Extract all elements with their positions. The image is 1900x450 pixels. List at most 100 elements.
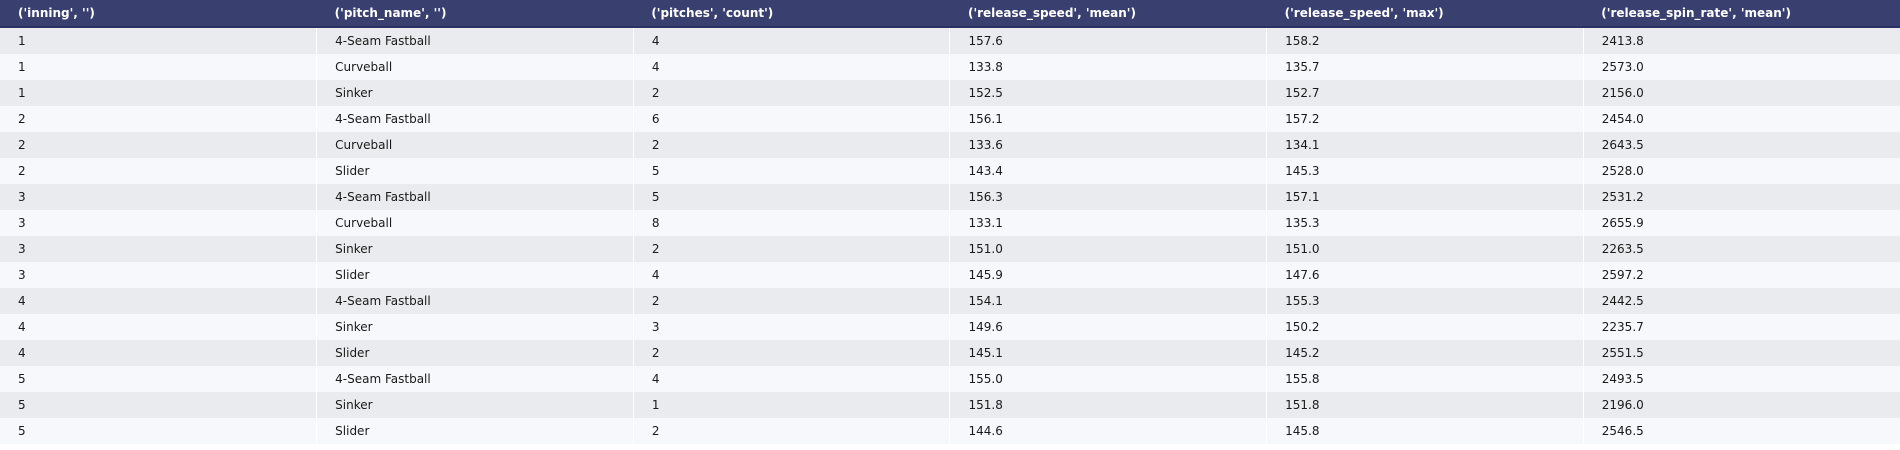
table-row: 1 Sinker 2 152.5 152.7 2156.0: [0, 80, 1900, 106]
pitch-name-cell: Slider: [316, 418, 634, 444]
pitch-name-cell: 4-Seam Fastball: [316, 27, 634, 54]
inning-cell: 3: [0, 236, 318, 262]
pitches-count-cell: 4: [633, 366, 951, 392]
pitch-name-cell: Sinker: [316, 80, 634, 106]
release-speed-max-cell: 157.2: [1266, 106, 1584, 132]
release-speed-mean-cell: 143.4: [949, 158, 1268, 184]
table-row: 3 Curveball 8 133.1 135.3 2655.9: [0, 210, 1900, 236]
pitches-count-cell: 4: [633, 27, 951, 54]
release-speed-max-cell: 151.0: [1266, 236, 1584, 262]
release-spin-rate-mean-cell: 2655.9: [1601, 216, 1644, 230]
table-row: 5 Slider 2 144.6 145.8 2546.5: [0, 418, 1900, 444]
inning-cell: 3: [0, 262, 318, 288]
inning-cell: 3: [0, 184, 318, 210]
pitches-count-cell: 8: [633, 210, 951, 236]
table-row: 3 4-Seam Fastball 5 156.3 157.1 2531.2: [0, 184, 1900, 210]
pitches-count-cell: 6: [633, 106, 951, 132]
column-header-release-speed-max: ('release_speed', 'max'): [1266, 0, 1584, 28]
inning-cell: 5: [0, 392, 318, 418]
inning-cell: 5: [0, 418, 318, 444]
table-row: 5 4-Seam Fastball 4 155.0 155.8 2493.5: [0, 366, 1900, 392]
inning-cell: 1: [0, 27, 318, 54]
release-spin-rate-mean-cell: 2454.0: [1601, 112, 1644, 126]
release-speed-max-cell: 157.1: [1266, 184, 1584, 210]
inning-cell: 4: [0, 340, 318, 366]
release-spin-rate-mean-cell: 2235.7: [1601, 320, 1644, 334]
release-speed-mean-cell: 151.8: [949, 392, 1268, 418]
inning-cell: 2: [0, 132, 318, 158]
inning-cell: 1: [0, 80, 318, 106]
pitch-name-cell: 4-Seam Fastball: [316, 106, 634, 132]
release-speed-mean-cell: 156.1: [949, 106, 1268, 132]
pitch-stats-table: ('inning', '') ('pitch_name', '') ('pitc…: [0, 0, 1900, 444]
table-row: 2 Curveball 2 133.6 134.1 2643.5: [0, 132, 1900, 158]
pitches-count-cell: 4: [633, 54, 951, 80]
release-spin-rate-mean-cell: 2551.5: [1601, 346, 1644, 360]
inning-cell: 3: [0, 210, 318, 236]
release-speed-max-cell: 152.7: [1266, 80, 1584, 106]
table-row: 1 Curveball 4 133.8 135.7 2573.0: [0, 54, 1900, 80]
header-row: ('inning', '') ('pitch_name', '') ('pitc…: [0, 0, 1900, 28]
pitch-name-cell: Sinker: [316, 392, 634, 418]
pitch-name-cell: Slider: [316, 262, 634, 288]
pitch-name-cell: 4-Seam Fastball: [316, 184, 634, 210]
pitches-count-cell: 2: [633, 80, 951, 106]
release-speed-mean-cell: 157.6: [949, 27, 1268, 54]
release-speed-max-cell: 145.8: [1266, 418, 1584, 444]
table-row: 2 Slider 5 143.4 145.3 2528.0: [0, 158, 1900, 184]
pitch-name-cell: Slider: [316, 158, 634, 184]
pitches-count-cell: 2: [633, 418, 951, 444]
pitch-name-cell: 4-Seam Fastball: [316, 288, 634, 314]
release-speed-mean-cell: 144.6: [949, 418, 1268, 444]
release-speed-mean-cell: 149.6: [949, 314, 1268, 340]
release-speed-max-cell: 134.1: [1266, 132, 1584, 158]
release-speed-mean-cell: 151.0: [949, 236, 1268, 262]
table-body: 1 4-Seam Fastball 4 157.6 158.2 2413.8 1 Curveb…: [0, 27, 1900, 444]
release-spin-rate-mean-cell: 2156.0: [1601, 86, 1644, 100]
inning-cell: 1: [0, 54, 318, 80]
table-row: 4 Sinker 3 149.6 150.2 2235.7: [0, 314, 1900, 340]
inning-cell: 4: [0, 314, 318, 340]
inning-cell: 2: [0, 158, 318, 184]
inning-cell: 2: [0, 106, 318, 132]
release-speed-mean-cell: 133.8: [949, 54, 1268, 80]
pitches-count-cell: 2: [633, 132, 951, 158]
release-spin-rate-mean-cell: 2196.0: [1601, 398, 1644, 412]
inning-cell: 5: [0, 366, 318, 392]
release-speed-mean-cell: 133.6: [949, 132, 1268, 158]
column-header-release-speed-mean: ('release_speed', 'mean'): [949, 0, 1267, 28]
pitch-name-cell: Slider: [316, 340, 634, 366]
table-row: 3 Slider 4 145.9 147.6 2597.2: [0, 262, 1900, 288]
pitch-name-cell: 4-Seam Fastball: [316, 366, 634, 392]
table-row: 3 Sinker 2 151.0 151.0 2263.5: [0, 236, 1900, 262]
release-speed-max-cell: 145.3: [1266, 158, 1584, 184]
release-speed-mean-cell: 152.5: [949, 80, 1268, 106]
release-speed-max-cell: 135.7: [1266, 54, 1584, 80]
release-speed-max-cell: 155.3: [1266, 288, 1584, 314]
release-spin-rate-mean-cell: 2413.8: [1601, 34, 1644, 48]
release-speed-max-cell: 145.2: [1266, 340, 1584, 366]
release-spin-rate-mean-cell: 2531.2: [1601, 190, 1644, 204]
release-spin-rate-mean-cell: 2493.5: [1601, 372, 1644, 386]
table-row: 5 Sinker 1 151.8 151.8 2196.0: [0, 392, 1900, 418]
pitch-name-cell: Curveball: [316, 54, 634, 80]
inning-cell: 4: [0, 288, 318, 314]
release-speed-max-cell: 135.3: [1266, 210, 1584, 236]
pitches-count-cell: 1: [633, 392, 951, 418]
release-speed-mean-cell: 145.1: [949, 340, 1268, 366]
pitches-count-cell: 2: [633, 236, 951, 262]
release-speed-mean-cell: 155.0: [949, 366, 1268, 392]
pitches-count-cell: 3: [633, 314, 951, 340]
pitch-name-cell: Sinker: [316, 314, 634, 340]
table-row: 4 4-Seam Fastball 2 154.1 155.3 2442.5: [0, 288, 1900, 314]
release-speed-mean-cell: 156.3: [949, 184, 1268, 210]
pitch-name-cell: Curveball: [316, 210, 634, 236]
release-speed-max-cell: 151.8: [1266, 392, 1584, 418]
release-spin-rate-mean-cell: 2263.5: [1601, 242, 1644, 256]
pitch-name-cell: Curveball: [316, 132, 634, 158]
pitches-count-cell: 4: [633, 262, 951, 288]
release-speed-mean-cell: 145.9: [949, 262, 1268, 288]
pitches-count-cell: 5: [633, 184, 951, 210]
release-spin-rate-mean-cell: 2442.5: [1601, 294, 1644, 308]
pitches-count-cell: 2: [633, 340, 951, 366]
